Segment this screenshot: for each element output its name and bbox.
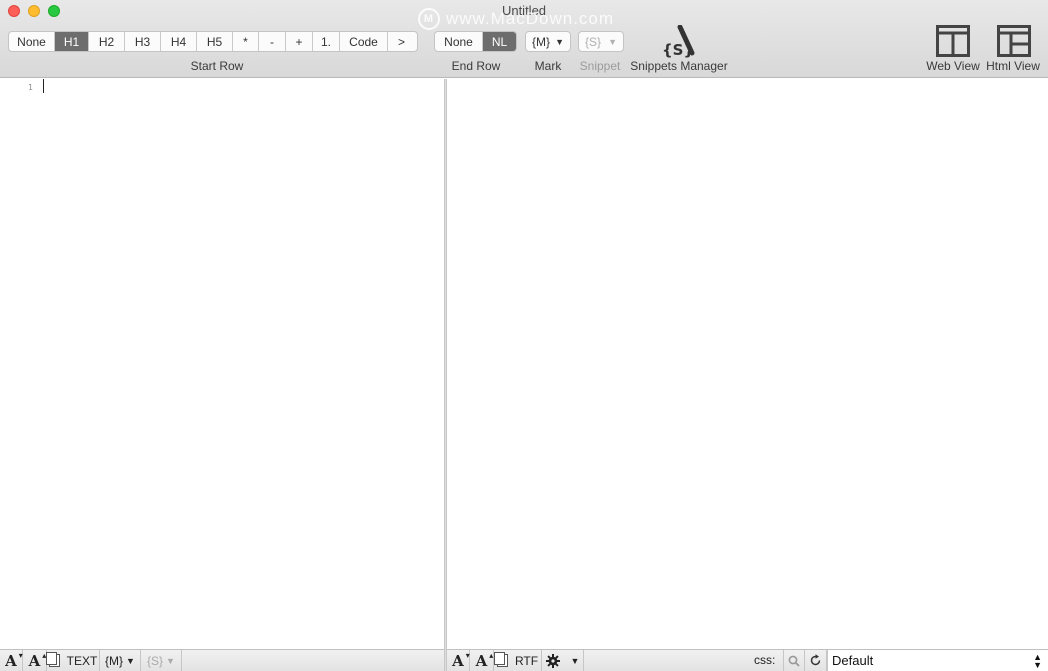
app-window: Untitled M www.MacDown.com None H1 H2 H3… <box>0 0 1048 671</box>
copy-rtf-label: RTF <box>514 653 539 668</box>
text-caret <box>43 79 44 93</box>
watermark: M www.MacDown.com <box>418 7 614 31</box>
preview-decrease-font-button[interactable]: A ▾ <box>447 650 470 671</box>
mark-menu-button[interactable]: {M} ▼ <box>100 650 141 671</box>
search-icon <box>788 655 800 667</box>
start-row-segmented-control: None H1 H2 H3 H4 H5 * - + 1. Code > <box>8 31 418 52</box>
start-row-h3[interactable]: H3 <box>125 32 161 51</box>
chevron-down-icon: ▼ <box>608 36 617 47</box>
reload-css-button[interactable] <box>805 650 827 671</box>
start-row-bullet-asterisk[interactable]: * <box>233 32 259 51</box>
chevron-down-icon: ▼ <box>570 655 580 666</box>
settings-menu-button[interactable]: ▼ <box>542 650 584 671</box>
line-number: 1 <box>28 83 33 92</box>
css-theme-value: Default <box>832 653 874 668</box>
chevron-down-icon: ▼ <box>555 36 564 47</box>
preview-pane[interactable] <box>447 79 1048 649</box>
start-row-quote[interactable]: > <box>388 32 415 51</box>
font-decrease-icon: A ▾ <box>5 650 23 670</box>
web-view-label: Web View <box>926 59 980 73</box>
chevron-down-icon: ▼ <box>126 655 135 666</box>
copy-icon <box>493 652 508 667</box>
end-row-segmented-control: None NL <box>434 31 517 52</box>
start-row-h5[interactable]: H5 <box>197 32 233 51</box>
font-increase-icon: A ▴ <box>28 650 47 670</box>
start-row-bullet-dash[interactable]: - <box>259 32 286 51</box>
increase-font-button[interactable]: A ▴ <box>23 650 47 671</box>
copy-text-label: TEXT <box>66 653 98 668</box>
refresh-icon <box>810 654 821 666</box>
snippets-manager-label: Snippets Manager <box>630 59 728 73</box>
font-decrease-icon: A ▾ <box>452 650 470 670</box>
preview-increase-font-button[interactable]: A ▴ <box>470 650 494 671</box>
snippet-popup-value: {S} <box>585 34 602 49</box>
html-view-label: Html View <box>986 59 1040 73</box>
markdown-editor[interactable] <box>0 79 444 649</box>
css-search-button[interactable] <box>783 650 805 671</box>
start-row-none[interactable]: None <box>9 32 55 51</box>
font-increase-icon: A ▴ <box>475 650 494 670</box>
watermark-text: www.MacDown.com <box>446 9 615 28</box>
split-layout-icon[interactable] <box>997 25 1031 57</box>
css-label: css: <box>754 653 776 667</box>
mark-popup[interactable]: {M} ▼ <box>525 31 571 52</box>
start-row-label: Start Row <box>190 59 244 73</box>
start-row-h2[interactable]: H2 <box>89 32 125 51</box>
snippet-popup[interactable]: {S} ▼ <box>578 31 624 52</box>
toolbar: Untitled M www.MacDown.com None H1 H2 H3… <box>0 0 1048 78</box>
preview-bottom-bar: A ▾ A ▴ RTF ▼ css: Default ▲ ▼ <box>447 649 1048 671</box>
two-column-layout-icon[interactable] <box>936 25 970 57</box>
snippet-menu-button[interactable]: {S} ▼ <box>141 650 182 671</box>
snippet-label: Snippet <box>579 59 621 73</box>
decrease-font-button[interactable]: A ▾ <box>0 650 23 671</box>
start-row-ordered[interactable]: 1. <box>313 32 340 51</box>
watermark-logo-icon: M <box>418 8 440 30</box>
end-row-label: End Row <box>451 59 501 73</box>
start-row-h1[interactable]: H1 <box>55 32 89 51</box>
snippets-manager-icon[interactable]: {S} <box>660 25 698 59</box>
copy-rtf-button[interactable]: RTF <box>493 650 542 671</box>
css-theme-select[interactable]: Default ▲ ▼ <box>827 650 1048 671</box>
copy-text-button[interactable]: TEXT <box>45 650 100 671</box>
snippet-menu-value: {S} <box>147 653 164 668</box>
mark-menu-value: {M} <box>105 653 124 668</box>
start-row-code[interactable]: Code <box>340 32 388 51</box>
end-row-nl[interactable]: NL <box>483 32 516 51</box>
mark-popup-value: {M} <box>532 34 551 49</box>
start-row-h4[interactable]: H4 <box>161 32 197 51</box>
gear-icon <box>545 653 560 668</box>
copy-icon <box>45 652 60 667</box>
editor-bottom-bar: A ▾ A ▴ TEXT {M} ▼ {S} ▼ <box>0 649 444 671</box>
mark-label: Mark <box>534 59 562 73</box>
end-row-none[interactable]: None <box>435 32 483 51</box>
chevron-down-icon: ▼ <box>166 655 175 666</box>
start-row-bullet-plus[interactable]: + <box>286 32 313 51</box>
updown-chevron-icon: ▲ ▼ <box>1033 651 1042 670</box>
snippets-manager-glyph: {S} <box>662 41 694 59</box>
